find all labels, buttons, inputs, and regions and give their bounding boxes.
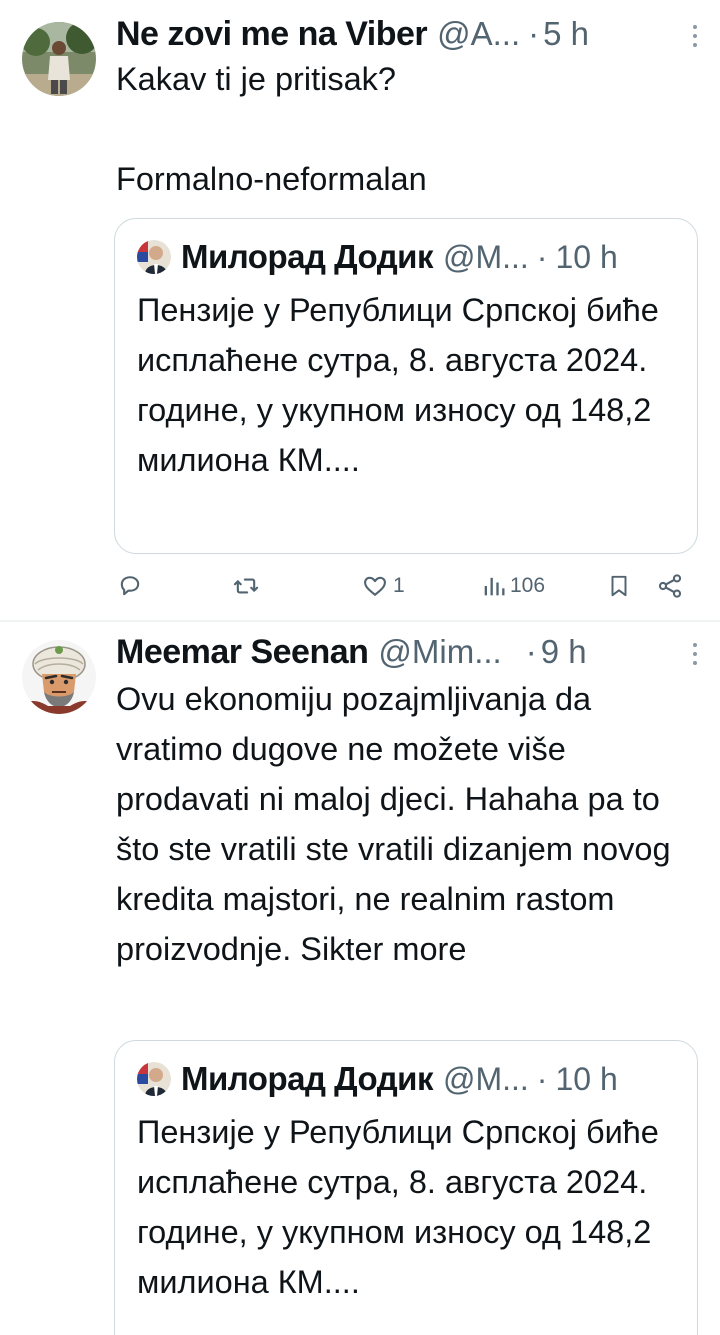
quoted-tweet-header: Милорад Додик @M... · 10 h [137, 235, 677, 279]
view-count: 106 [510, 574, 546, 597]
share-icon [658, 574, 682, 598]
quoted-author-name: Милорад Додик [181, 1060, 433, 1097]
timestamp[interactable]: 9 h [541, 633, 587, 671]
quoted-avatar-image [137, 240, 171, 274]
quoted-tweet[interactable]: Милорад Додик @M... · 10 h Пензије у Реп… [114, 218, 698, 554]
bookmark-button[interactable] [606, 572, 632, 600]
tweet-1[interactable]: Ne zovi me na Viber @A... · 5 h Kakav ti… [0, 0, 720, 620]
like-count: 1 [393, 574, 405, 597]
separator-dot: · [525, 633, 537, 670]
quoted-author-handle: @M... [442, 238, 529, 275]
quoted-tweet[interactable]: Милорад Додик @M... · 10 h Пензије у Реп… [114, 1040, 698, 1335]
reply-button[interactable] [116, 572, 148, 600]
quoted-avatar [137, 1062, 171, 1096]
avatar[interactable] [22, 640, 96, 714]
quoted-timestamp: 10 h [555, 1060, 618, 1097]
quoted-author-name: Милорад Додик [181, 238, 433, 275]
quoted-timestamp: 10 h [555, 238, 618, 275]
tweet-text: Kakav ti je pritisak? Formalno-neformala… [116, 61, 427, 197]
retweet-button[interactable] [232, 572, 264, 600]
timestamp[interactable]: 5 h [543, 15, 589, 53]
author-handle[interactable]: @A... [437, 15, 520, 53]
separator-dot: · [536, 1060, 548, 1097]
tweet-header: Ne zovi me na Viber @A... · 5 h [116, 12, 700, 56]
separator-dot: · [528, 15, 540, 52]
views-icon [484, 577, 505, 596]
avatar-image [22, 640, 96, 714]
tweet-header: Meemar Seenan @Mim... · 9 h [116, 630, 700, 674]
reply-icon [120, 576, 140, 596]
avatar-image [22, 22, 96, 96]
action-bar: 1 106 [116, 566, 700, 606]
bookmark-icon [611, 575, 627, 597]
tweet-text: Ovu ekonomiju pozajmljivanja da vratimo … [116, 681, 671, 967]
separator-dot: · [536, 238, 548, 275]
author-name[interactable]: Meemar Seenan [116, 633, 369, 672]
quoted-tweet-text: Пензије у Републици Српској биће исплаће… [137, 1114, 659, 1300]
retweet-icon [233, 578, 259, 594]
quoted-tweet-text: Пензије у Републици Српској биће исплаће… [137, 292, 659, 478]
share-button[interactable] [656, 572, 684, 600]
more-vertical-icon[interactable] [690, 21, 700, 47]
like-button[interactable]: 1 [361, 572, 405, 600]
quoted-avatar-image [137, 1062, 171, 1096]
views-button[interactable]: 106 [482, 572, 545, 600]
quoted-avatar [137, 240, 171, 274]
author-handle[interactable]: @Mim... [378, 633, 501, 671]
more-vertical-icon[interactable] [690, 639, 700, 665]
avatar[interactable] [22, 22, 96, 96]
heart-icon [364, 576, 386, 596]
author-name[interactable]: Ne zovi me na Viber [116, 15, 428, 54]
quoted-tweet-header: Милорад Додик @M... · 10 h [137, 1057, 677, 1101]
quoted-author-handle: @M... [442, 1060, 529, 1097]
tweet-2[interactable]: Meemar Seenan @Mim... · 9 h Ovu ekonomij… [0, 622, 720, 1335]
